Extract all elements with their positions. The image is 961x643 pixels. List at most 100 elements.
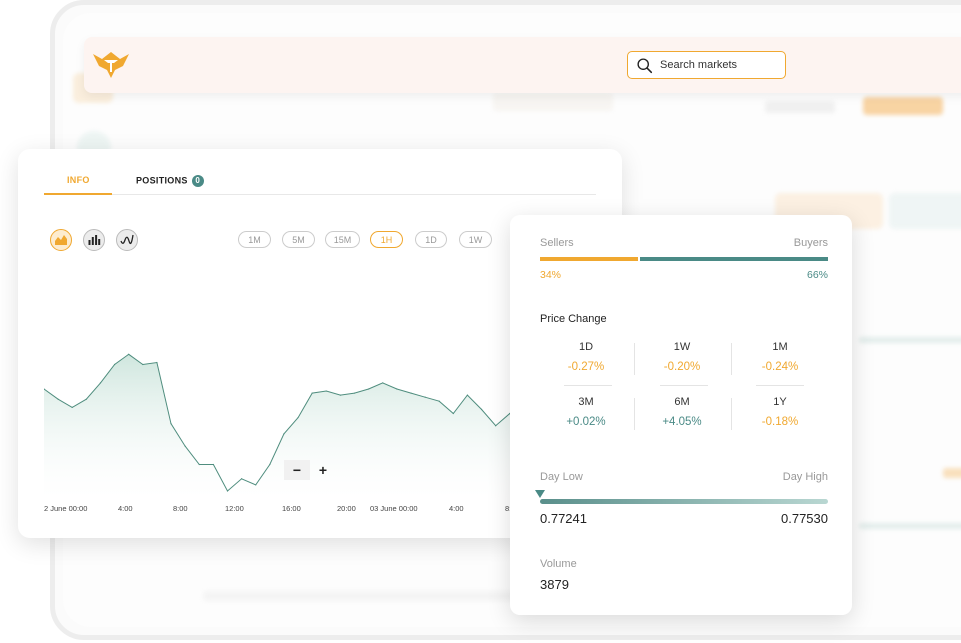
price-point — [382, 382, 384, 384]
sellers-label: Sellers — [540, 237, 574, 249]
line-chart-icon — [120, 234, 134, 245]
active-tab-indicator — [44, 193, 112, 195]
change-value: -0.20% — [663, 361, 701, 373]
divider — [731, 343, 732, 375]
price-change-6m: 6M +4.05% — [634, 396, 730, 428]
x-tick-label: 2 June 00:00 — [44, 504, 88, 513]
area-chart-icon — [55, 235, 67, 245]
app-stage: Search markets INFO POSITIONS 0 1M 5M 15M… — [0, 0, 961, 643]
interval-1m[interactable]: 1M — [238, 231, 271, 248]
interval-5m[interactable]: 5M — [282, 231, 315, 248]
day-high-label: Day High — [782, 471, 828, 483]
price-point — [198, 463, 200, 466]
divider — [756, 385, 804, 386]
interval-label: 1H — [380, 234, 393, 245]
price-point — [241, 478, 243, 480]
buyers-bar — [640, 257, 828, 261]
price-point — [495, 425, 497, 427]
price-point — [311, 392, 313, 394]
sellers-bar — [540, 257, 638, 261]
price-point — [212, 463, 214, 466]
price-point — [283, 433, 285, 435]
sellers-percent: 34% — [540, 269, 562, 281]
day-low-value: 0.77241 — [540, 511, 587, 526]
price-change-1m: 1M -0.24% — [732, 341, 828, 373]
change-value: -0.24% — [761, 361, 799, 373]
zoom-controls: − + — [284, 460, 340, 480]
change-value: -0.18% — [761, 416, 799, 428]
price-point — [57, 398, 59, 400]
price-point — [339, 394, 341, 396]
tab-info[interactable]: INFO — [67, 175, 90, 185]
period-label: 3M — [578, 396, 594, 408]
divider — [564, 385, 612, 386]
price-point — [269, 463, 271, 466]
x-tick-label: 4:00 — [118, 504, 133, 513]
price-change-1w: 1W -0.20% — [634, 341, 730, 373]
interval-1d[interactable]: 1D — [415, 231, 447, 248]
line-chart-button[interactable] — [116, 229, 138, 251]
change-value: +0.02% — [566, 416, 606, 428]
day-high-value: 0.77530 — [781, 511, 828, 526]
price-point — [410, 392, 412, 394]
price-point — [184, 445, 186, 447]
price-point — [466, 394, 469, 396]
interval-1w[interactable]: 1W — [459, 231, 492, 248]
price-point — [396, 388, 398, 390]
interval-label: 1M — [248, 234, 261, 245]
area-chart-button[interactable] — [50, 229, 72, 251]
price-point — [170, 423, 172, 425]
candlestick-chart-button[interactable] — [83, 229, 105, 251]
tab-info-label: INFO — [67, 175, 90, 185]
price-point — [85, 398, 87, 400]
price-change-title: Price Change — [540, 313, 607, 325]
price-point — [438, 400, 440, 402]
period-label: 1W — [673, 341, 691, 353]
day-low-label: Day Low — [540, 471, 583, 483]
x-tick-label: 16:00 — [282, 504, 301, 513]
change-value: -0.27% — [567, 361, 605, 373]
interval-label: 1D — [425, 234, 437, 245]
x-tick-label: 8:00 — [173, 504, 188, 513]
divider — [660, 385, 708, 386]
price-point — [452, 412, 454, 415]
tab-positions[interactable]: POSITIONS 0 — [136, 175, 204, 187]
search-input[interactable]: Search markets — [627, 51, 786, 79]
price-change-3m: 3M +0.02% — [538, 396, 634, 428]
x-tick-label: 4:00 — [449, 504, 464, 513]
zoom-out-button[interactable]: − — [284, 460, 310, 480]
price-change-1d: 1D -0.27% — [538, 341, 634, 373]
period-label: 1Y — [773, 396, 787, 408]
current-price-marker-icon — [535, 490, 545, 498]
market-stats-card: Sellers Buyers 34% 66% Price Change 1D -… — [510, 215, 852, 615]
period-label: 1D — [578, 341, 594, 353]
interval-label: 5M — [292, 234, 305, 245]
search-icon — [637, 57, 653, 73]
period-label: 6M — [674, 396, 690, 408]
brand-logo-icon[interactable] — [92, 50, 130, 80]
tab-positions-label: POSITIONS — [136, 175, 188, 186]
price-point — [113, 363, 116, 366]
divider — [731, 398, 732, 430]
zoom-in-button[interactable]: + — [310, 460, 336, 480]
price-point — [99, 382, 102, 384]
price-point — [255, 484, 257, 486]
price-point — [325, 390, 327, 392]
search-placeholder: Search markets — [660, 59, 738, 71]
interval-label: 1W — [468, 234, 483, 245]
price-point — [480, 408, 483, 410]
price-point — [353, 392, 356, 394]
info-tabs: INFO POSITIONS 0 — [44, 171, 596, 195]
buyers-percent: 66% — [806, 269, 828, 281]
buyers-label: Buyers — [793, 237, 828, 249]
interval-1h[interactable]: 1H — [370, 231, 403, 248]
x-tick-label: 12:00 — [225, 504, 244, 513]
period-label: 1M — [772, 341, 788, 353]
volume-value: 3879 — [540, 577, 569, 592]
price-point — [368, 388, 370, 390]
interval-15m[interactable]: 15M — [325, 231, 360, 248]
volume-label: Volume — [540, 558, 577, 570]
price-point — [297, 416, 299, 419]
candlestick-chart-icon — [88, 235, 101, 245]
price-point — [71, 406, 73, 408]
